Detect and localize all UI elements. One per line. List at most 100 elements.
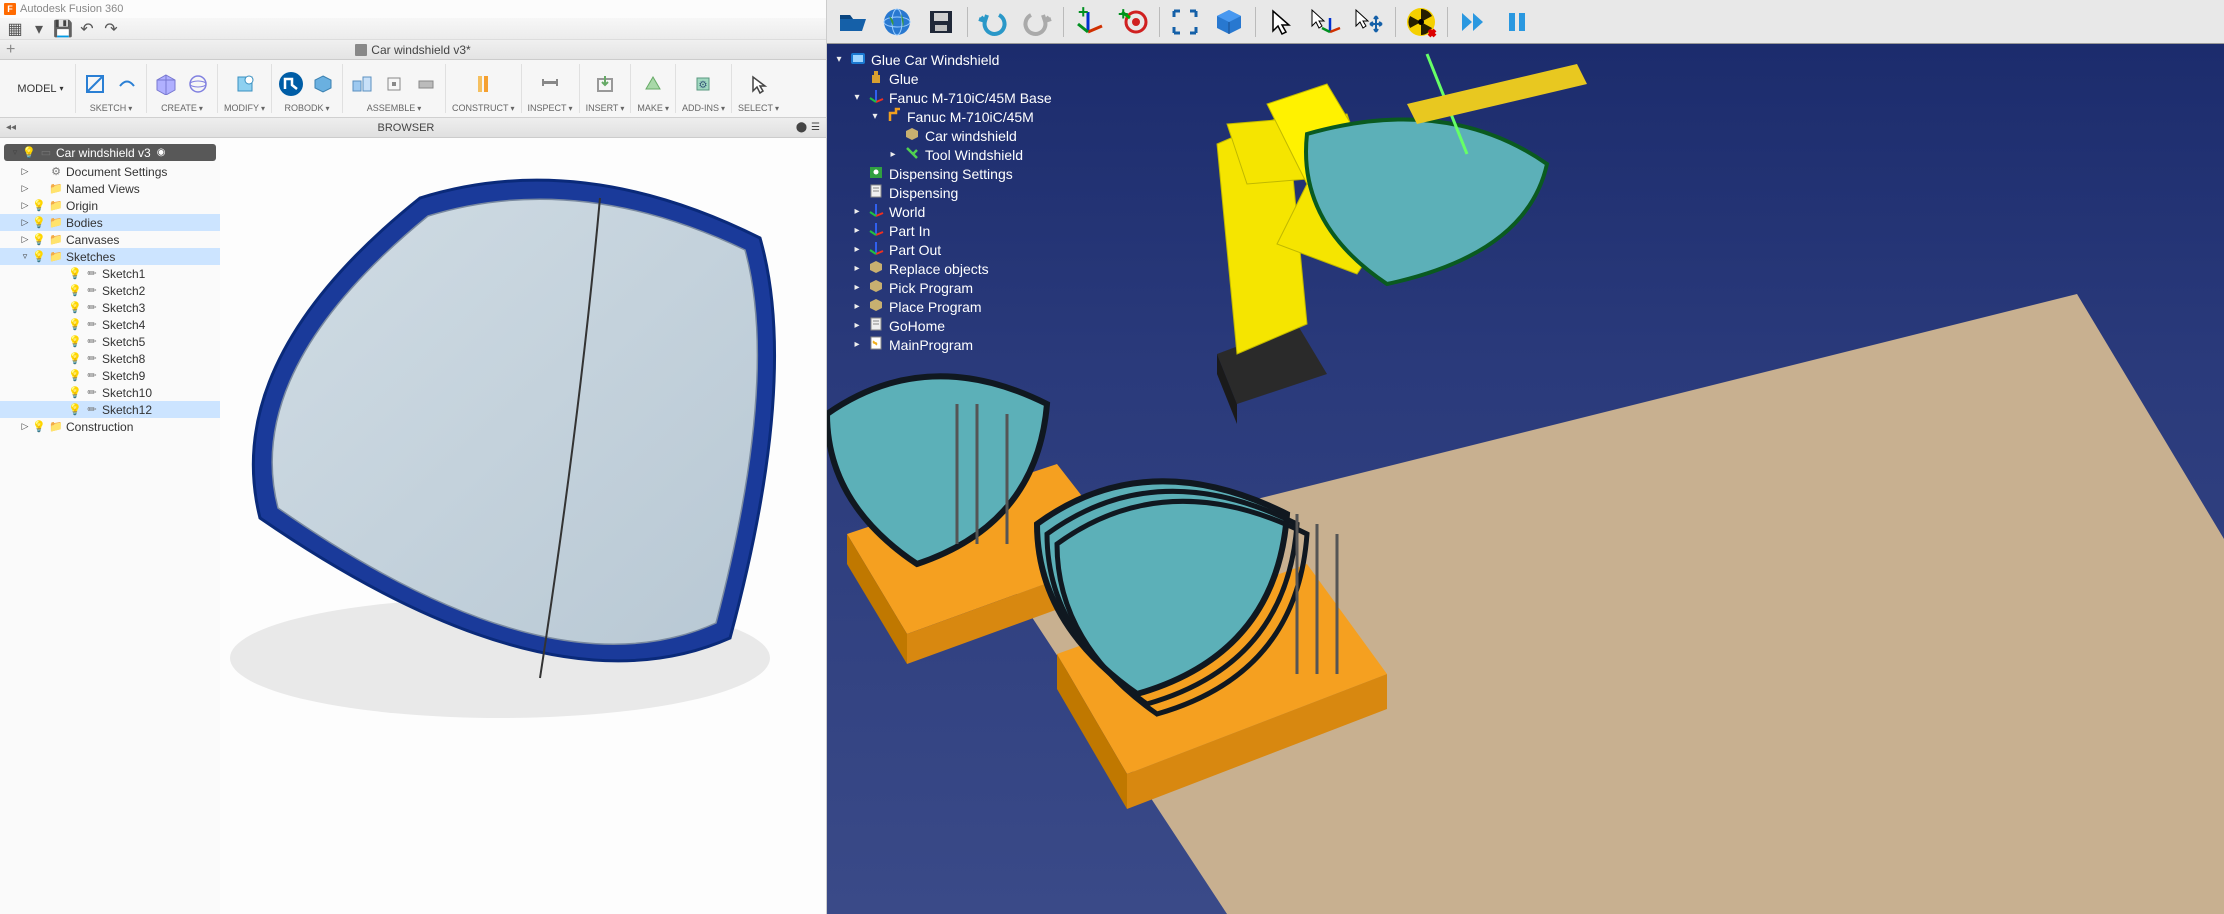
expander-icon[interactable]: ▸ xyxy=(851,301,863,312)
save-icon[interactable] xyxy=(919,2,963,42)
robodk-tree-row[interactable]: ▸ Part Out xyxy=(833,240,1052,259)
ribbon-group-assemble[interactable]: ASSEMBLE xyxy=(343,64,446,113)
visibility-bulb-icon[interactable]: 💡 xyxy=(32,216,46,229)
visibility-bulb-icon[interactable]: 💡 xyxy=(32,199,46,212)
visibility-bulb-icon[interactable]: 💡 xyxy=(32,233,46,246)
tree-row[interactable]: ▷ 💡 📁 Origin xyxy=(0,197,220,214)
construct-icon[interactable] xyxy=(470,71,496,97)
tree-row[interactable]: ▷ ⚙ Document Settings xyxy=(0,163,220,180)
tree-row[interactable]: 💡 ✏ Sketch10 xyxy=(0,384,220,401)
tree-row[interactable]: ▿ 💡 📁 Sketches xyxy=(0,248,220,265)
tree-row[interactable]: 💡 ✏ Sketch8 xyxy=(0,350,220,367)
visibility-bulb-icon[interactable]: 💡 xyxy=(68,301,82,314)
expander-icon[interactable]: ▾ xyxy=(851,92,863,103)
addins-icon[interactable]: ⚙ xyxy=(690,71,716,97)
tree-row[interactable]: ▷ 💡 📁 Canvases xyxy=(0,231,220,248)
iso-icon[interactable] xyxy=(1207,2,1251,42)
visibility-bulb-icon[interactable]: 💡 xyxy=(68,318,82,331)
fast-forward-icon[interactable] xyxy=(1451,2,1495,42)
redo-icon[interactable]: ↷ xyxy=(100,20,122,38)
open-icon[interactable] xyxy=(831,2,875,42)
expander-icon[interactable]: ▸ xyxy=(851,339,863,350)
fit-all-icon[interactable] xyxy=(1163,2,1207,42)
expander-icon[interactable]: ▷ xyxy=(20,166,30,177)
expander-icon[interactable]: ▷ xyxy=(20,234,30,245)
expander-icon[interactable]: ▸ xyxy=(851,263,863,274)
robodk-tree-row[interactable]: ▸ Replace objects xyxy=(833,259,1052,278)
browser-menu-icon[interactable]: ☰ xyxy=(811,122,820,133)
select-icon[interactable] xyxy=(1259,2,1303,42)
expander-icon[interactable]: ▸ xyxy=(851,244,863,255)
robodk-tree-row[interactable]: ▸ Place Program xyxy=(833,297,1052,316)
tree-row[interactable]: 💡 ✏ Sketch3 xyxy=(0,299,220,316)
robodk-tree-row[interactable]: ▾ Fanuc M-710iC/45M Base xyxy=(833,88,1052,107)
robodk-tree-row[interactable]: ▸ Tool Windshield xyxy=(833,145,1052,164)
tree-row[interactable]: ▷ 💡 📁 Bodies xyxy=(0,214,220,231)
tree-row[interactable]: 💡 ✏ Sketch12 xyxy=(0,401,220,418)
visibility-bulb-icon[interactable]: 💡 xyxy=(68,267,82,280)
ribbon-group-select[interactable]: SELECT xyxy=(732,64,785,113)
tree-row[interactable]: 💡 ✏ Sketch4 xyxy=(0,316,220,333)
ribbon-group-insert[interactable]: INSERT xyxy=(580,64,632,113)
undo-icon[interactable] xyxy=(971,2,1015,42)
expander-icon[interactable]: ▸ xyxy=(887,149,899,160)
expander-icon[interactable]: ▸ xyxy=(851,206,863,217)
add-target-icon[interactable]: + xyxy=(1111,2,1155,42)
workspace-switcher[interactable]: MODEL▾ xyxy=(6,64,76,113)
inspect-icon[interactable] xyxy=(537,71,563,97)
expander-icon[interactable]: ▷ xyxy=(20,217,30,228)
pause-icon[interactable] xyxy=(1495,2,1539,42)
ribbon-group-add-ins[interactable]: ⚙ ADD-INS xyxy=(676,64,732,113)
undo-icon[interactable]: ↶ xyxy=(76,20,98,38)
expander-icon[interactable]: ▷ xyxy=(20,421,30,432)
tree-row[interactable]: 💡 ✏ Sketch5 xyxy=(0,333,220,350)
robodk-tree-row[interactable]: ▸ Part In xyxy=(833,221,1052,240)
browser-panel-header[interactable]: ◂◂ BROWSER ⬤☰ xyxy=(0,118,826,138)
world-icon[interactable] xyxy=(875,2,919,42)
expander-icon[interactable]: ▿ xyxy=(20,251,30,262)
ribbon-group-modify[interactable]: MODIFY xyxy=(218,64,272,113)
collapse-left-icon[interactable]: ◂◂ xyxy=(6,122,16,133)
ribbon-group-sketch[interactable]: SKETCH xyxy=(76,64,147,113)
make-icon[interactable] xyxy=(640,71,666,97)
robodk-tree-row[interactable]: Car windshield xyxy=(833,126,1052,145)
select-axes-icon[interactable] xyxy=(1303,2,1347,42)
tree-row[interactable]: ▷ 📁 Named Views xyxy=(0,180,220,197)
robodk-tree-row[interactable]: Dispensing xyxy=(833,183,1052,202)
robodk-tree-row[interactable]: Dispensing Settings xyxy=(833,164,1052,183)
robodk-icon[interactable] xyxy=(278,71,304,97)
expander-icon[interactable]: ▸ xyxy=(851,225,863,236)
insert-icon[interactable] xyxy=(592,71,618,97)
tree-root[interactable]: ▿💡▭ Car windshield v3 ◉ xyxy=(4,144,216,161)
tree-row[interactable]: 💡 ✏ Sketch1 xyxy=(0,265,220,282)
ribbon-group-construct[interactable]: CONSTRUCT xyxy=(446,64,522,113)
collision-icon[interactable] xyxy=(1399,2,1443,42)
expander-icon[interactable]: ▷ xyxy=(20,183,30,194)
tree-row[interactable]: ▷ 💡 📁 Construction xyxy=(0,418,220,435)
assemble-icon[interactable] xyxy=(349,71,375,97)
modify-icon[interactable] xyxy=(232,71,258,97)
save-icon[interactable]: 💾 xyxy=(52,20,74,38)
robodk-tree-row[interactable]: ▾ Glue Car Windshield xyxy=(833,50,1052,69)
grid-icon[interactable]: ▦ xyxy=(4,20,26,38)
new-tab-icon[interactable]: + xyxy=(6,41,15,59)
visibility-bulb-icon[interactable]: 💡 xyxy=(68,352,82,365)
visibility-bulb-icon[interactable]: 💡 xyxy=(32,250,46,263)
tree-row[interactable]: 💡 ✏ Sketch9 xyxy=(0,367,220,384)
add-frame-icon[interactable]: + xyxy=(1067,2,1111,42)
robodk-tree-row[interactable]: Glue xyxy=(833,69,1052,88)
expander-icon[interactable]: ▾ xyxy=(869,111,881,122)
visibility-bulb-icon[interactable]: 💡 xyxy=(32,420,46,433)
browser-settings-icon[interactable]: ⬤ xyxy=(796,122,807,133)
cube-icon[interactable] xyxy=(153,71,179,97)
sketch-icon[interactable] xyxy=(82,71,108,97)
file-icon[interactable]: ▾ xyxy=(28,20,50,38)
redo-icon[interactable] xyxy=(1015,2,1059,42)
visibility-bulb-icon[interactable]: 💡 xyxy=(68,403,82,416)
robodk-tree-row[interactable]: ▾ Fanuc M-710iC/45M xyxy=(833,107,1052,126)
visibility-bulb-icon[interactable]: 💡 xyxy=(68,386,82,399)
robodk-tree-row[interactable]: ▸ GoHome xyxy=(833,316,1052,335)
select-icon[interactable] xyxy=(746,71,772,97)
visibility-bulb-icon[interactable]: 💡 xyxy=(68,284,82,297)
expander-icon[interactable]: ▾ xyxy=(833,54,845,65)
